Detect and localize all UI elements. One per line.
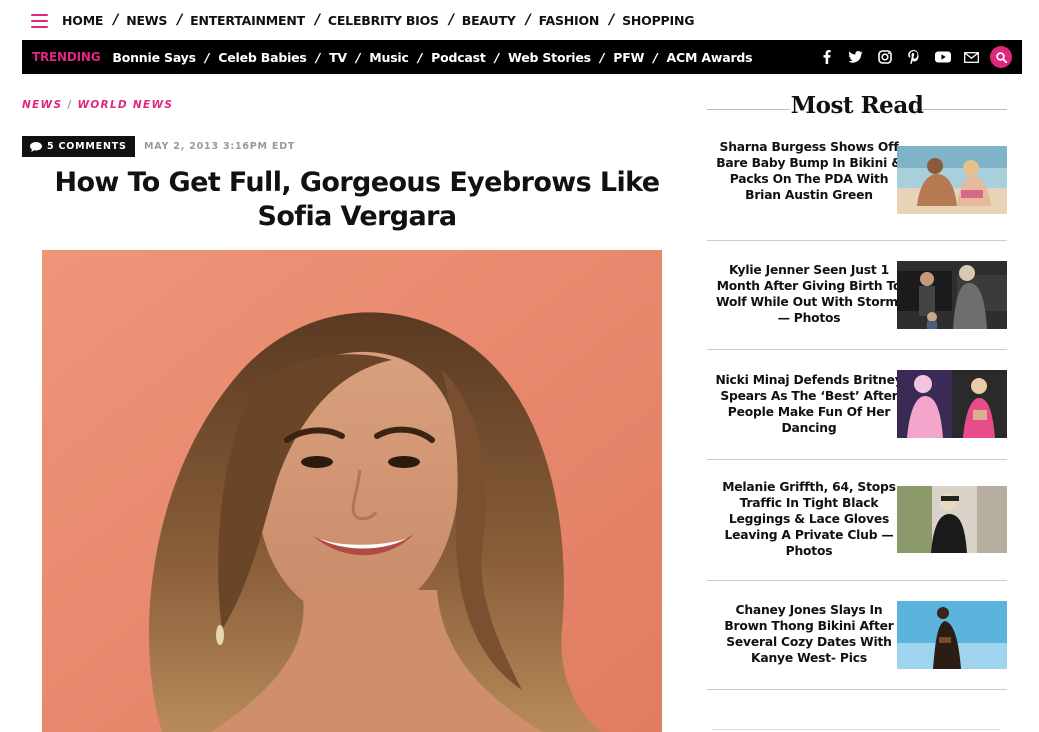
trending-item-podcast[interactable]: Podcast [431,50,486,65]
nav-item-celebrity-bios[interactable]: CELEBRITY BIOS [328,13,439,28]
trending-separator: / [315,49,321,65]
trending-item-music[interactable]: Music [369,50,409,65]
comments-count: 5 COMMENTS [47,141,127,152]
nav-separator: / [525,12,531,28]
most-read-item[interactable]: Nicki Minaj Defends Britney Spears As Th… [707,349,1007,460]
most-read-thumbnail[interactable] [897,370,1007,438]
nav-item-entertainment[interactable]: ENTERTAINMENT [190,13,305,28]
trending-item-celeb-babies[interactable]: Celeb Babies [218,50,307,65]
trending-item-tv[interactable]: TV [329,50,347,65]
search-icon[interactable] [990,46,1012,68]
most-read-item[interactable]: Kylie Jenner Seen Just 1 Month After Giv… [707,240,1007,350]
article-date: MAY 2, 2013 3:16PM EDT [144,141,296,152]
trending-separator: / [653,49,658,65]
main-nav: HOME / NEWS / ENTERTAINMENT / CELEBRITY … [62,12,694,28]
nav-separator: / [113,12,119,28]
breadcrumb-separator: / [67,99,73,111]
trending-bar: TRENDING Bonnie Says / Celeb Babies / TV… [22,40,1022,74]
most-read-item-title[interactable]: Chaney Jones Slays In Brown Thong Bikini… [715,602,903,666]
trending-separator: / [494,49,500,65]
trending-separator: / [417,49,423,65]
instagram-icon[interactable] [870,45,899,69]
most-read-title: Most Read [790,92,924,119]
most-read-thumbnail[interactable] [897,601,1007,669]
youtube-icon[interactable] [928,45,957,69]
trending-separator: / [599,49,605,65]
twitter-icon[interactable] [841,45,870,69]
most-read-thumbnail[interactable] [897,261,1007,329]
breadcrumb-world-news[interactable]: WORLD NEWS [77,99,173,111]
most-read-item[interactable]: Chaney Jones Slays In Brown Thong Bikini… [707,580,1007,690]
nav-item-news[interactable]: NEWS [126,13,167,28]
trending-item-web-stories[interactable]: Web Stories [508,50,591,65]
nav-item-fashion[interactable]: FASHION [539,13,600,28]
email-icon[interactable] [957,45,986,69]
most-read-item[interactable]: Melanie Griffth, 64, Stops Traffic In Ti… [707,459,1007,581]
comments-button[interactable]: 5 COMMENTS [22,136,135,157]
nav-item-home[interactable]: HOME [62,13,103,28]
top-navigation: HOME / NEWS / ENTERTAINMENT / CELEBRITY … [0,0,1039,40]
social-icons [812,45,1012,69]
divider [712,729,1000,730]
most-read-thumbnail[interactable] [897,486,1007,553]
nav-separator: / [448,12,454,28]
breadcrumb: NEWS / WORLD NEWS [22,99,173,111]
article-hero-image [42,250,662,732]
trending-list: Bonnie Says / Celeb Babies / TV / Music … [112,50,752,65]
most-read-item-title[interactable]: Kylie Jenner Seen Just 1 Month After Giv… [715,262,903,326]
nav-item-beauty[interactable]: BEAUTY [462,13,516,28]
most-read-thumbnail[interactable] [897,146,1007,214]
trending-separator: / [355,49,361,65]
trending-item-pfw[interactable]: PFW [613,50,644,65]
comment-bubble-icon [30,141,42,152]
hamburger-icon[interactable] [31,14,48,28]
most-read-item-title[interactable]: Melanie Griffth, 64, Stops Traffic In Ti… [715,479,903,559]
nav-separator: / [314,12,320,28]
trending-item-acm-awards[interactable]: ACM Awards [667,50,753,65]
facebook-icon[interactable] [812,45,841,69]
article-headline: How To Get Full, Gorgeous Eyebrows Like … [54,167,660,232]
trending-item-bonnie-says[interactable]: Bonnie Says [112,50,196,65]
most-read-item-title[interactable]: Sharna Burgess Shows Off Bare Baby Bump … [715,139,903,203]
nav-separator: / [609,12,615,28]
pinterest-icon[interactable] [899,45,928,69]
most-read-item-title[interactable]: Nicki Minaj Defends Britney Spears As Th… [715,372,903,436]
most-read-header: Most Read [707,92,1007,122]
nav-item-shopping[interactable]: SHOPPING [622,13,694,28]
breadcrumb-news[interactable]: NEWS [22,99,62,111]
trending-separator: / [204,49,210,65]
trending-label: TRENDING [32,50,101,64]
nav-separator: / [177,12,183,28]
most-read-item[interactable]: Sharna Burgess Shows Off Bare Baby Bump … [707,130,1007,241]
